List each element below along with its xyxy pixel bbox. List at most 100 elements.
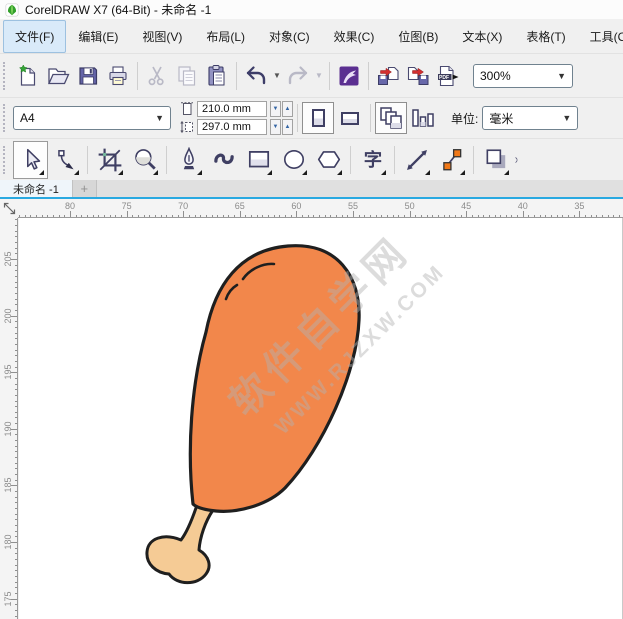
toolbar-grip[interactable]: [3, 62, 9, 90]
new-document-icon: [16, 64, 40, 88]
copy-button[interactable]: [172, 61, 202, 91]
flyout-indicator: [153, 170, 158, 175]
artistic-media-tool-button[interactable]: [206, 141, 241, 179]
ruler-tick: [574, 215, 575, 217]
menu-item-7[interactable]: 文本(X): [450, 20, 514, 53]
drumstick-bone-shape[interactable]: [147, 505, 213, 583]
undo-dropdown-caret[interactable]: ▼: [271, 61, 283, 91]
current-page-button[interactable]: [407, 102, 439, 134]
ruler-tick: [121, 215, 122, 217]
ruler-tick: [15, 531, 17, 532]
ruler-tick: [257, 215, 258, 217]
zoom-tool-button[interactable]: [127, 141, 162, 179]
portrait-orientation-button[interactable]: [302, 102, 334, 134]
ruler-tick: [336, 215, 337, 217]
ruler-label: 205: [3, 251, 13, 267]
save-button[interactable]: [73, 61, 103, 91]
save-floppy-icon: [76, 64, 100, 88]
vertical-ruler[interactable]: 205200195190185180175: [0, 218, 18, 619]
ruler-tick: [15, 248, 17, 249]
spinner-down-icon[interactable]: ▼: [270, 101, 281, 117]
clipped-tool-button[interactable]: [513, 141, 523, 179]
cut-button[interactable]: [142, 61, 172, 91]
shape-tool-button[interactable]: [48, 141, 83, 179]
export-button[interactable]: [403, 61, 433, 91]
ruler-tick: [178, 215, 179, 217]
horizontal-ruler[interactable]: 80757065605550454035: [18, 199, 623, 218]
ruler-tick: [534, 215, 535, 217]
ruler-tick: [15, 367, 17, 368]
toolbar-separator: [137, 62, 138, 90]
chevron-down-icon: ▼: [551, 71, 566, 81]
page-height-input[interactable]: 297.0 mm: [197, 119, 267, 135]
menu-item-6[interactable]: 位图(B): [386, 20, 450, 53]
connector-tool-button[interactable]: [434, 141, 469, 179]
ruler-tick: [132, 215, 133, 217]
crop-tool-button[interactable]: [92, 141, 127, 179]
menu-item-9[interactable]: 工具(O): [578, 20, 623, 53]
pen-tool-button[interactable]: [171, 141, 206, 179]
paste-button[interactable]: [202, 61, 232, 91]
print-button[interactable]: [103, 61, 133, 91]
ruler-tick: [15, 321, 17, 322]
toolbar-separator: [236, 62, 237, 90]
application-launcher-button[interactable]: [334, 61, 364, 91]
polygon-tool-button[interactable]: [311, 141, 346, 179]
ruler-tick: [506, 215, 507, 217]
ruler-tick: [347, 215, 348, 217]
ellipse-tool-button[interactable]: [276, 141, 311, 179]
rectangle-tool-button[interactable]: [241, 141, 276, 179]
toolbox-separator: [394, 146, 395, 174]
drop-shadow-tool-button[interactable]: [478, 141, 513, 179]
publish-pdf-button[interactable]: PDF: [433, 61, 463, 91]
menu-item-4[interactable]: 对象(C): [257, 20, 322, 53]
undo-button[interactable]: [241, 61, 271, 91]
flyout-indicator: [302, 170, 307, 175]
ruler-label: 70: [178, 201, 188, 211]
import-icon: [376, 64, 400, 88]
ruler-tick: [15, 253, 17, 254]
ruler-origin-button[interactable]: [0, 199, 18, 218]
zoom-level-select[interactable]: 300% ▼: [473, 64, 573, 88]
landscape-orientation-button[interactable]: [334, 102, 366, 134]
dimension-tool-button[interactable]: [399, 141, 434, 179]
spinner-up-icon[interactable]: ▲: [282, 101, 293, 117]
redo-dropdown-caret[interactable]: ▼: [313, 61, 325, 91]
spinner-up-icon[interactable]: ▲: [282, 119, 293, 135]
redo-button[interactable]: [283, 61, 313, 91]
ruler-tick: [30, 215, 31, 217]
page-height-spinner[interactable]: ▼ ▲: [270, 119, 293, 135]
menu-item-3[interactable]: 布局(L): [194, 20, 257, 53]
ruler-tick: [387, 215, 388, 217]
ruler-tick: [427, 215, 428, 217]
paper-preset-select[interactable]: A4 ▼: [13, 106, 171, 130]
ruler-tick: [291, 215, 292, 217]
toolbar-separator: [329, 62, 330, 90]
toolbar-grip[interactable]: [3, 104, 9, 132]
pick-tool-button[interactable]: [13, 141, 48, 179]
new-document-button[interactable]: [13, 61, 43, 91]
menu-item-8[interactable]: 表格(T): [514, 20, 577, 53]
page-width-spinner[interactable]: ▼ ▲: [270, 101, 293, 117]
new-tab-button[interactable]: +: [73, 180, 97, 197]
units-select[interactable]: 毫米 ▼: [482, 106, 578, 130]
toolbar-grip[interactable]: [3, 146, 9, 174]
ruler-tick: [523, 211, 524, 217]
ruler-tick: [15, 525, 17, 526]
menu-item-1[interactable]: 编辑(E): [66, 20, 130, 53]
page-width-input[interactable]: 210.0 mm: [197, 101, 267, 117]
all-pages-button[interactable]: [375, 102, 407, 134]
menu-item-2[interactable]: 视图(V): [130, 20, 194, 53]
document-tab[interactable]: 未命名 -1: [0, 180, 73, 197]
open-button[interactable]: [43, 61, 73, 91]
ruler-tick: [15, 548, 17, 549]
import-button[interactable]: [373, 61, 403, 91]
canvas[interactable]: 软件自学网 WWW.RJZXW.COM: [19, 218, 623, 619]
menu-item-5[interactable]: 效果(C): [322, 20, 387, 53]
menubar: 文件(F)编辑(E)视图(V)布局(L)对象(C)效果(C)位图(B)文本(X)…: [0, 20, 623, 53]
spinner-down-icon[interactable]: ▼: [270, 119, 281, 135]
text-tool-button[interactable]: 字: [355, 141, 390, 179]
menu-item-0[interactable]: 文件(F): [3, 20, 66, 53]
flyout-indicator: [460, 170, 465, 175]
portrait-page-icon: [312, 109, 325, 127]
